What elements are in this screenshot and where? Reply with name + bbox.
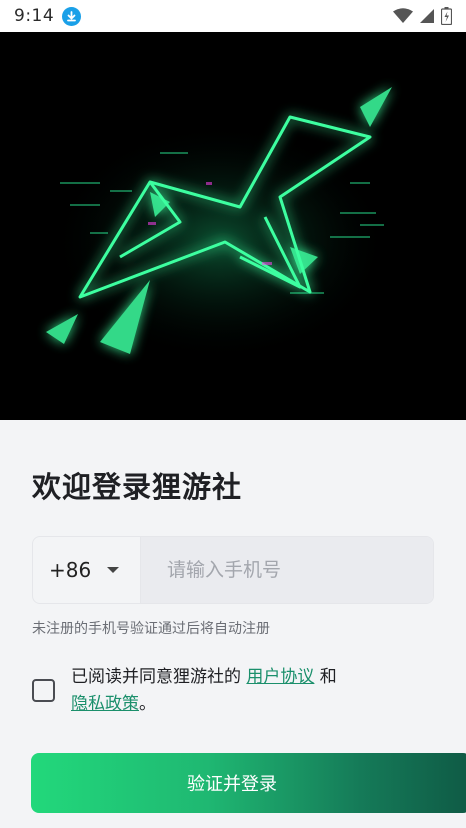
country-code-label: +86 — [49, 558, 92, 582]
privacy-policy-link[interactable]: 隐私政策 — [71, 694, 139, 714]
battery-icon — [441, 7, 452, 25]
signal-icon — [420, 9, 434, 23]
download-icon — [62, 6, 82, 26]
agreement-checkbox[interactable] — [32, 679, 55, 702]
status-time: 9:14 — [14, 6, 55, 26]
status-bar: 9:14 — [0, 0, 466, 32]
chevron-down-icon — [107, 567, 120, 573]
user-agreement-link[interactable]: 用户协议 — [246, 667, 314, 687]
hero-banner — [0, 32, 466, 420]
country-code-select[interactable]: +86 — [33, 537, 141, 603]
agreement-row: 已阅读并同意狸游社的 用户协议 和隐私政策。 — [32, 664, 432, 718]
phone-field-group: +86 — [32, 536, 434, 604]
login-panel: 欢迎登录狸游社 +86 未注册的手机号验证通过后将自动注册 已阅读并同意狸游社的… — [0, 420, 466, 828]
agreement-prefix: 已阅读并同意狸游社的 — [71, 667, 247, 687]
brand-logo-artwork — [46, 87, 392, 362]
page-title: 欢迎登录狸游社 — [32, 470, 243, 504]
agreement-text: 已阅读并同意狸游社的 用户协议 和隐私政策。 — [71, 664, 337, 718]
verify-login-label: 验证并登录 — [187, 774, 277, 795]
phone-input[interactable] — [141, 537, 433, 603]
status-icons — [393, 7, 452, 25]
register-hint: 未注册的手机号验证通过后将自动注册 — [32, 621, 270, 637]
agreement-suffix: 。 — [139, 694, 156, 714]
agreement-conjunction: 和 — [314, 667, 337, 687]
verify-login-button[interactable]: 验证并登录 — [31, 753, 466, 813]
wifi-icon — [393, 8, 413, 23]
